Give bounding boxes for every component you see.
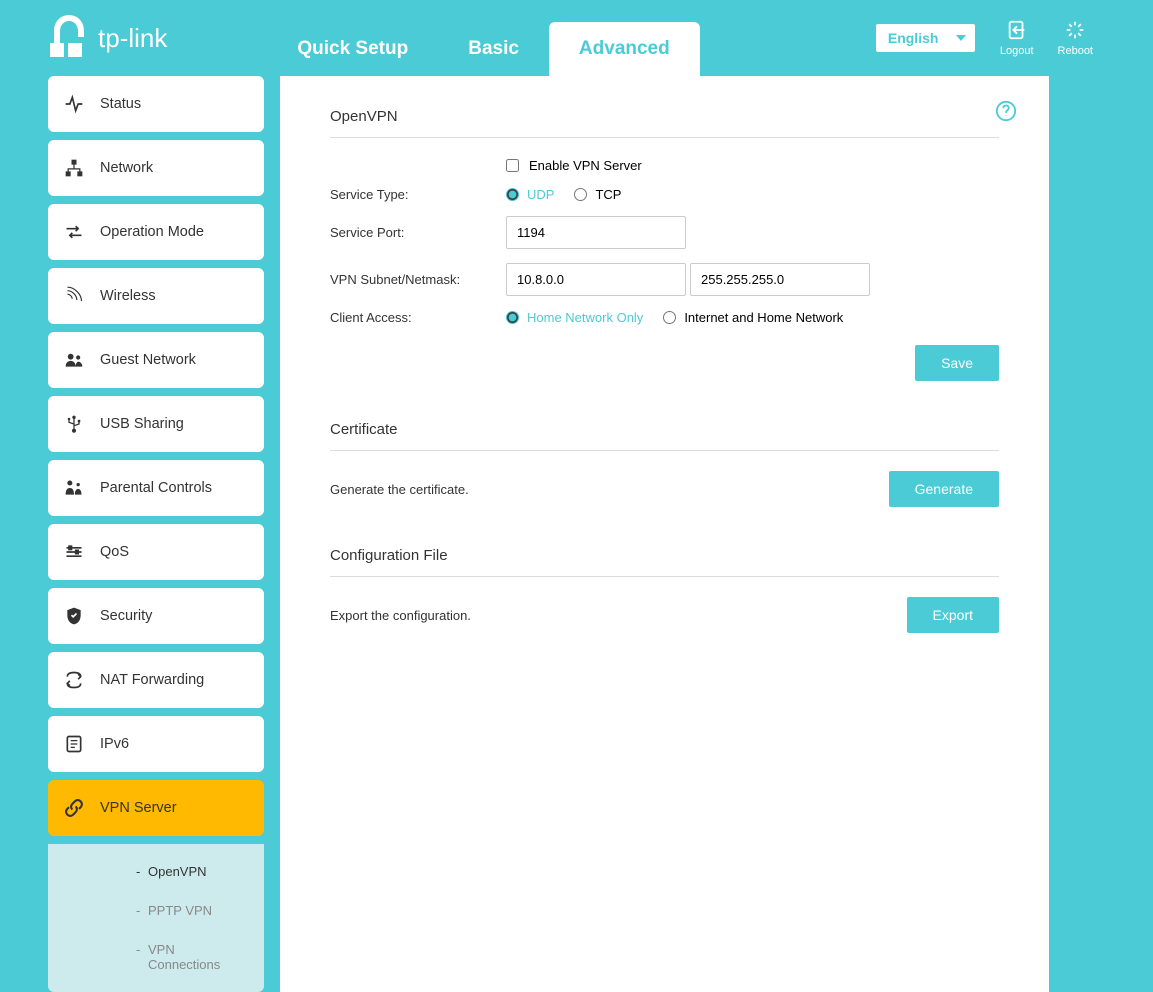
enable-vpn-checkbox[interactable] [506, 159, 519, 172]
tab-quick-setup[interactable]: Quick Setup [267, 22, 438, 76]
sidebar-item-vpn[interactable]: VPN Server [48, 780, 264, 836]
internet-home-label: Internet and Home Network [684, 310, 843, 325]
config-file-desc: Export the configuration. [330, 608, 471, 623]
generate-button[interactable]: Generate [889, 471, 999, 507]
sidebar-item-security[interactable]: Security [48, 588, 264, 644]
activity-icon [64, 94, 84, 114]
sidebar-item-parental[interactable]: Parental Controls [48, 460, 264, 516]
sidebar-submenu: OpenVPN PPTP VPN VPN Connections [48, 844, 264, 992]
sidebar-item-usb-sharing[interactable]: USB Sharing [48, 396, 264, 452]
home-only-label: Home Network Only [527, 310, 643, 325]
sidebar-item-status[interactable]: Status [48, 76, 264, 132]
users-icon [64, 350, 84, 370]
tab-advanced[interactable]: Advanced [549, 22, 700, 76]
client-access-internet-radio[interactable] [663, 311, 676, 324]
enable-vpn-label: Enable VPN Server [529, 158, 642, 173]
network-icon [64, 158, 84, 178]
sidebar-item-qos[interactable]: QoS [48, 524, 264, 580]
service-type-udp-radio[interactable] [506, 188, 519, 201]
reboot-label: Reboot [1058, 45, 1093, 57]
subnet-label: VPN Subnet/Netmask: [330, 272, 506, 287]
tab-basic[interactable]: Basic [438, 22, 549, 76]
brand-text: tp-link [98, 23, 167, 54]
logout-button[interactable]: Logout [1000, 19, 1034, 57]
sidebar-item-nat[interactable]: NAT Forwarding [48, 652, 264, 708]
sidebar: Status Network Operation Mode Wireless G… [48, 76, 264, 992]
sidebar-sub-connections[interactable]: VPN Connections [48, 930, 264, 984]
link-icon [64, 798, 84, 818]
certificate-desc: Generate the certificate. [330, 482, 469, 497]
udp-label: UDP [527, 187, 554, 202]
logout-label: Logout [1000, 45, 1034, 57]
qos-icon [64, 542, 84, 562]
ipv6-icon [64, 734, 84, 754]
logo: tp-link [48, 13, 167, 63]
parental-icon [64, 478, 84, 498]
language-select[interactable]: English [875, 23, 976, 53]
reboot-button[interactable]: Reboot [1058, 19, 1093, 57]
openvpn-section-title: OpenVPN [330, 108, 999, 138]
client-access-label: Client Access: [330, 310, 506, 325]
subnet-input[interactable] [506, 263, 686, 296]
certificate-section-title: Certificate [330, 421, 999, 451]
save-button[interactable]: Save [915, 345, 999, 381]
client-access-home-radio[interactable] [506, 311, 519, 324]
wifi-icon [64, 286, 84, 306]
help-button[interactable] [995, 100, 1017, 127]
sidebar-item-wireless[interactable]: Wireless [48, 268, 264, 324]
sidebar-item-guest-network[interactable]: Guest Network [48, 332, 264, 388]
service-port-label: Service Port: [330, 225, 506, 240]
service-type-tcp-radio[interactable] [574, 188, 587, 201]
config-file-section-title: Configuration File [330, 547, 999, 577]
sidebar-sub-openvpn[interactable]: OpenVPN [48, 852, 264, 891]
service-type-label: Service Type: [330, 187, 506, 202]
export-button[interactable]: Export [907, 597, 999, 633]
shield-icon [64, 606, 84, 626]
tcp-label: TCP [595, 187, 621, 202]
sidebar-item-ipv6[interactable]: IPv6 [48, 716, 264, 772]
netmask-input[interactable] [690, 263, 870, 296]
service-port-input[interactable] [506, 216, 686, 249]
nat-icon [64, 670, 84, 690]
sidebar-item-operation-mode[interactable]: Operation Mode [48, 204, 264, 260]
sidebar-item-network[interactable]: Network [48, 140, 264, 196]
usb-icon [64, 414, 84, 434]
content-panel: OpenVPN Enable VPN Server Service Type: … [280, 76, 1049, 992]
swap-icon [64, 222, 84, 242]
